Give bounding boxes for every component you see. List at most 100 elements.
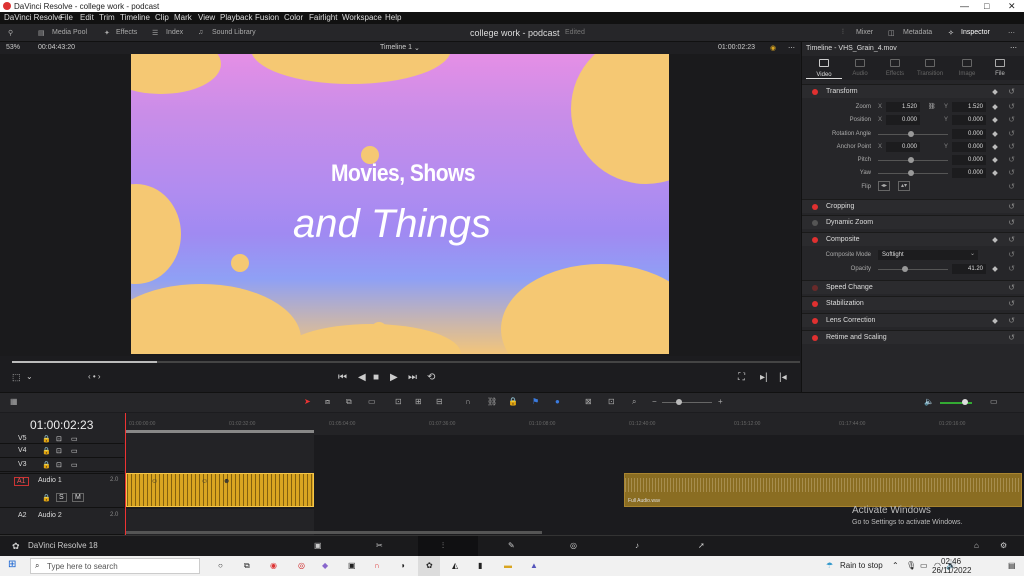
zoom-out-icon[interactable]: − [652,397,657,406]
composite-mode-select[interactable]: Softlight [878,250,978,260]
effects-button[interactable]: Effects [116,29,137,36]
chevron-down-icon[interactable]: ⌄ [414,44,420,52]
inspector-icon[interactable]: ✧ [948,29,954,37]
transition-tab-icon[interactable] [925,59,935,67]
keyframe-icon[interactable] [992,318,998,324]
dynamic-zoom-section[interactable]: Dynamic Zoom ↺ [802,215,1024,229]
app-icon[interactable]: ◭ [452,561,458,570]
opacity-field[interactable]: 41.20 [952,264,986,274]
reset-icon[interactable]: ↺ [1008,155,1015,164]
reset-icon[interactable]: ↺ [1008,316,1015,325]
lock-icon[interactable]: 🔒 [42,447,51,455]
auto-select-icon[interactable]: ⊡ [56,461,62,469]
chrome-icon[interactable]: ◉ [270,561,277,570]
speed-change-toggle[interactable] [812,285,818,291]
mixer-button[interactable]: Mixer [856,29,873,36]
next-frame-icon[interactable]: ▸| [760,372,768,383]
menu-color[interactable]: Color [284,13,303,22]
snapping-icon[interactable]: ∩ [465,397,471,406]
playhead[interactable] [125,413,126,535]
opacity-slider[interactable] [878,269,948,270]
mixer-icon[interactable]: ⫶ [842,29,844,37]
rotation-field[interactable]: 0.000 [952,129,986,139]
reset-icon[interactable]: ↺ [1008,87,1015,96]
tab-transition[interactable]: Transition [912,71,948,77]
sound-library-icon[interactable]: ♫ [198,29,203,36]
go-to-start-icon[interactable]: ⏮ [338,372,347,383]
lens-correction-section[interactable]: Lens Correction ↺ [802,313,1024,327]
file-explorer-icon[interactable]: ▬ [504,561,512,570]
keyframe-icon[interactable] [992,144,998,150]
menu-view[interactable]: View [198,13,215,22]
keyframe-icon[interactable] [992,117,998,123]
edit-page-icon[interactable]: ⫶ [442,541,444,551]
play-icon[interactable]: ▶ [390,372,398,383]
video-tab-icon[interactable] [819,59,829,67]
zoom-y-field[interactable]: 1.520 [952,102,986,112]
weather-text[interactable]: Rain to stop [840,561,883,570]
chevron-down-icon[interactable]: ⌄ [26,372,33,381]
clip-navigator-icon[interactable]: ‹ • › [88,372,101,381]
auto-select-icon[interactable]: ⊡ [56,447,62,455]
media-pool-button[interactable]: Media Pool [52,29,87,36]
windows-start-icon[interactable]: ⊞ [8,559,16,570]
flag-icon[interactable]: ⚑ [532,397,539,406]
media-pool-icon[interactable]: ▤ [38,29,45,37]
deliver-page-icon[interactable]: ➚ [698,541,705,550]
more-options-icon[interactable]: ⋯ [1008,29,1015,37]
yaw-field[interactable]: 0.000 [952,168,986,178]
metadata-icon[interactable]: ◫ [888,29,895,37]
reset-icon[interactable]: ↺ [1008,142,1015,151]
meter-icon[interactable]: ▭ [990,397,998,406]
chevron-up-icon[interactable]: ⌃ [892,561,899,570]
loop-icon[interactable]: ⟲ [427,372,435,383]
inspector-options-icon[interactable]: ⋯ [1010,44,1017,52]
menu-edit[interactable]: Edit [80,13,94,22]
flip-horizontal-icon[interactable]: ◂▸ [878,181,890,191]
tab-effects[interactable]: Effects [877,71,913,77]
composite-toggle[interactable] [812,237,818,243]
reset-icon[interactable]: ↺ [1008,283,1015,292]
file-tab-icon[interactable] [995,59,1005,67]
keyframe-icon[interactable] [992,170,998,176]
track-visibility-icon[interactable]: ▭ [71,435,78,443]
tab-file[interactable]: File [982,71,1018,77]
keyframe-icon[interactable] [992,89,998,95]
flip-vertical-icon[interactable]: ▴▾ [898,181,910,191]
mute-button[interactable]: M [72,493,84,502]
track-name[interactable]: Audio 1 [38,477,62,484]
timeline-selector[interactable]: Timeline 1 [380,44,412,51]
reset-icon[interactable]: ↺ [1008,218,1015,227]
layout-icon[interactable]: ▦ [10,397,18,406]
reset-icon[interactable]: ↺ [1008,168,1015,177]
reverse-play-icon[interactable]: ◀ [358,372,366,383]
stabilization-section[interactable]: Stabilization ↺ [802,296,1024,310]
cortana-icon[interactable]: ○ [218,561,223,570]
epic-games-icon[interactable]: ▮ [478,561,482,570]
timeline-ruler[interactable]: 01:00:00:00 01:02:32:00 01:05:04:00 01:0… [124,413,1024,435]
image-tab-icon[interactable] [962,59,972,67]
keyframe-icon[interactable] [992,131,998,137]
insert-clip-icon[interactable]: ⊡ [395,397,402,406]
menu-trim[interactable]: Trim [99,13,115,22]
composite-section[interactable]: Composite ↺ [802,232,1024,246]
audio-clip-full[interactable]: Full Audio.wav [624,473,1022,507]
minimize-icon[interactable]: — [960,1,969,11]
color-page-icon[interactable]: ◎ [570,541,577,550]
teams-icon[interactable]: ▲ [530,561,538,570]
marker-icon[interactable]: ● [555,397,560,406]
fairlight-page-icon[interactable]: ♪ [635,541,639,550]
lock-icon[interactable]: 🔒 [42,435,51,443]
keyframe-icon[interactable] [992,104,998,110]
anchor-x-field[interactable]: 0.000 [886,142,920,152]
lock-icon[interactable]: 🔒 [508,397,518,406]
menu-file[interactable]: File [60,13,73,22]
keyframe-icon[interactable] [992,266,998,272]
selection-tool-icon[interactable]: ➤ [304,397,311,406]
media-page-icon[interactable]: ▣ [314,541,322,550]
headphones-icon[interactable]: ∩ [374,561,380,570]
video-frame[interactable]: Movies, Shows and Things [131,54,669,354]
chevron-down-icon[interactable]: ⌄ [970,250,975,257]
menu-playback[interactable]: Playback [220,13,252,22]
reset-icon[interactable]: ↺ [1008,333,1015,342]
